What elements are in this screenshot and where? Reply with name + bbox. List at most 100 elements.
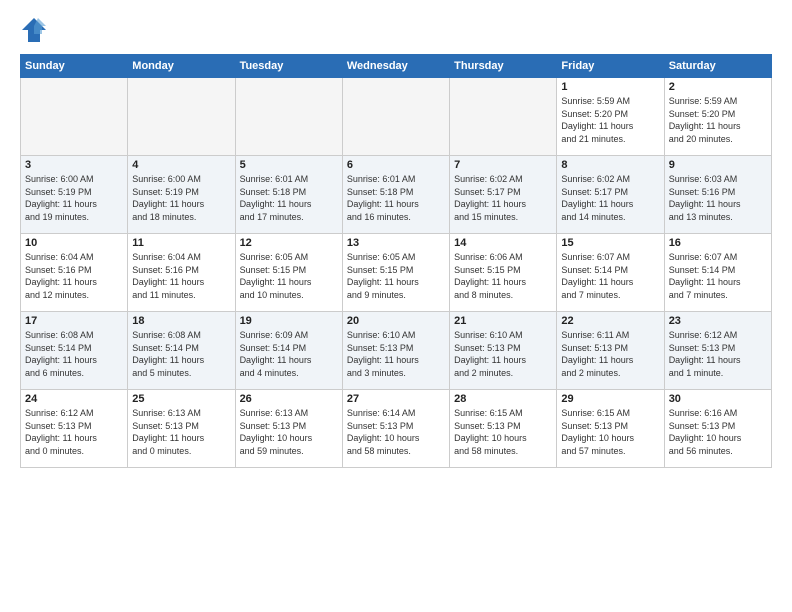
day-info: Sunrise: 6:04 AM Sunset: 5:16 PM Dayligh… [132,251,230,301]
calendar-cell [450,78,557,156]
day-info: Sunrise: 6:16 AM Sunset: 5:13 PM Dayligh… [669,407,767,457]
day-number: 13 [347,237,445,249]
calendar-cell: 25 Sunrise: 6:13 AM Sunset: 5:13 PM Dayli… [128,390,235,468]
day-number: 10 [25,237,123,249]
day-number: 1 [561,81,659,93]
day-info: Sunrise: 6:10 AM Sunset: 5:13 PM Dayligh… [454,329,552,379]
day-info: Sunrise: 6:11 AM Sunset: 5:13 PM Dayligh… [561,329,659,379]
calendar-cell: 26 Sunrise: 6:13 AM Sunset: 5:13 PM Dayli… [235,390,342,468]
day-info: Sunrise: 6:13 AM Sunset: 5:13 PM Dayligh… [132,407,230,457]
day-info: Sunrise: 6:05 AM Sunset: 5:15 PM Dayligh… [347,251,445,301]
day-number: 27 [347,393,445,405]
header [20,16,772,44]
day-info: Sunrise: 6:10 AM Sunset: 5:13 PM Dayligh… [347,329,445,379]
day-info: Sunrise: 6:13 AM Sunset: 5:13 PM Dayligh… [240,407,338,457]
day-number: 26 [240,393,338,405]
calendar-cell: 2Sunrise: 5:59 AM Sunset: 5:20 PM Daylig… [664,78,771,156]
day-info: Sunrise: 6:06 AM Sunset: 5:15 PM Dayligh… [454,251,552,301]
calendar-cell: 1 Sunrise: 5:59 AM Sunset: 5:20 PM Daylig… [557,78,664,156]
calendar-cell: 4 Sunrise: 6:00 AM Sunset: 5:19 PM Daylig… [128,156,235,234]
day-number: 21 [454,315,552,327]
calendar-cell: 30 Sunrise: 6:16 AM Sunset: 5:13 PM Dayli… [664,390,771,468]
weekday-header-sunday: Sunday [21,55,128,78]
day-number: 30 [669,393,767,405]
day-number: 17 [25,315,123,327]
calendar-cell: 7 Sunrise: 6:02 AM Sunset: 5:17 PM Daylig… [450,156,557,234]
day-number: 3 [25,159,123,171]
day-info: Sunrise: 5:59 AM Sunset: 5:20 PM Dayligh… [561,95,659,145]
calendar-week-4: 17 Sunrise: 6:08 AM Sunset: 5:14 PM Dayli… [21,312,772,390]
day-info: Sunrise: 6:15 AM Sunset: 5:13 PM Dayligh… [561,407,659,457]
calendar-cell [342,78,449,156]
calendar-cell: 9 Sunrise: 6:03 AM Sunset: 5:16 PM Daylig… [664,156,771,234]
day-info: Sunrise: 6:07 AM Sunset: 5:14 PM Dayligh… [669,251,767,301]
day-info: Sunrise: 6:00 AM Sunset: 5:19 PM Dayligh… [132,173,230,223]
day-number: 18 [132,315,230,327]
calendar-cell: 3Sunrise: 6:00 AM Sunset: 5:19 PM Daylig… [21,156,128,234]
day-number: 12 [240,237,338,249]
calendar-cell: 12 Sunrise: 6:05 AM Sunset: 5:15 PM Dayli… [235,234,342,312]
day-info: Sunrise: 6:02 AM Sunset: 5:17 PM Dayligh… [454,173,552,223]
day-number: 16 [669,237,767,249]
calendar-cell: 17 Sunrise: 6:08 AM Sunset: 5:14 PM Dayli… [21,312,128,390]
calendar-cell: 18 Sunrise: 6:08 AM Sunset: 5:14 PM Dayli… [128,312,235,390]
day-number: 6 [347,159,445,171]
day-number: 11 [132,237,230,249]
day-info: Sunrise: 6:04 AM Sunset: 5:16 PM Dayligh… [25,251,123,301]
day-number: 4 [132,159,230,171]
day-number: 25 [132,393,230,405]
calendar-cell: 27 Sunrise: 6:14 AM Sunset: 5:13 PM Dayli… [342,390,449,468]
day-number: 9 [669,159,767,171]
calendar-cell: 29 Sunrise: 6:15 AM Sunset: 5:13 PM Dayli… [557,390,664,468]
day-number: 5 [240,159,338,171]
day-number: 29 [561,393,659,405]
calendar-week-5: 24 Sunrise: 6:12 AM Sunset: 5:13 PM Dayli… [21,390,772,468]
logo [20,16,52,44]
day-info: Sunrise: 6:12 AM Sunset: 5:13 PM Dayligh… [25,407,123,457]
day-number: 7 [454,159,552,171]
calendar-cell: 11 Sunrise: 6:04 AM Sunset: 5:16 PM Dayli… [128,234,235,312]
weekday-header-row: SundayMondayTuesdayWednesdayThursdayFrid… [21,55,772,78]
weekday-header-wednesday: Wednesday [342,55,449,78]
calendar-cell: 13 Sunrise: 6:05 AM Sunset: 5:15 PM Dayli… [342,234,449,312]
calendar-cell: 8Sunrise: 6:02 AM Sunset: 5:17 PM Daylig… [557,156,664,234]
day-info: Sunrise: 6:09 AM Sunset: 5:14 PM Dayligh… [240,329,338,379]
day-info: Sunrise: 6:03 AM Sunset: 5:16 PM Dayligh… [669,173,767,223]
day-info: Sunrise: 6:07 AM Sunset: 5:14 PM Dayligh… [561,251,659,301]
calendar-cell: 5Sunrise: 6:01 AM Sunset: 5:18 PM Daylig… [235,156,342,234]
calendar-cell: 23 Sunrise: 6:12 AM Sunset: 5:13 PM Dayli… [664,312,771,390]
calendar-cell [128,78,235,156]
weekday-header-friday: Friday [557,55,664,78]
day-number: 28 [454,393,552,405]
day-number: 19 [240,315,338,327]
day-number: 14 [454,237,552,249]
calendar-cell: 10 Sunrise: 6:04 AM Sunset: 5:16 PM Dayli… [21,234,128,312]
day-info: Sunrise: 6:15 AM Sunset: 5:13 PM Dayligh… [454,407,552,457]
calendar-cell: 28 Sunrise: 6:15 AM Sunset: 5:13 PM Dayli… [450,390,557,468]
day-number: 8 [561,159,659,171]
calendar-cell: 6 Sunrise: 6:01 AM Sunset: 5:18 PM Daylig… [342,156,449,234]
day-info: Sunrise: 5:59 AM Sunset: 5:20 PM Dayligh… [669,95,767,145]
page: SundayMondayTuesdayWednesdayThursdayFrid… [0,0,792,612]
calendar-cell: 14 Sunrise: 6:06 AM Sunset: 5:15 PM Dayli… [450,234,557,312]
calendar-table: SundayMondayTuesdayWednesdayThursdayFrid… [20,54,772,468]
day-info: Sunrise: 6:08 AM Sunset: 5:14 PM Dayligh… [132,329,230,379]
day-info: Sunrise: 6:08 AM Sunset: 5:14 PM Dayligh… [25,329,123,379]
weekday-header-monday: Monday [128,55,235,78]
day-info: Sunrise: 6:05 AM Sunset: 5:15 PM Dayligh… [240,251,338,301]
calendar-cell: 24 Sunrise: 6:12 AM Sunset: 5:13 PM Dayli… [21,390,128,468]
day-info: Sunrise: 6:01 AM Sunset: 5:18 PM Dayligh… [347,173,445,223]
calendar-cell [21,78,128,156]
weekday-header-thursday: Thursday [450,55,557,78]
day-info: Sunrise: 6:12 AM Sunset: 5:13 PM Dayligh… [669,329,767,379]
calendar-week-3: 10 Sunrise: 6:04 AM Sunset: 5:16 PM Dayli… [21,234,772,312]
calendar-week-2: 3 Sunrise: 6:00 AM Sunset: 5:19 PM Daylig… [21,156,772,234]
day-number: 24 [25,393,123,405]
calendar-cell: 16 Sunrise: 6:07 AM Sunset: 5:14 PM Dayli… [664,234,771,312]
calendar-cell: 19 Sunrise: 6:09 AM Sunset: 5:14 PM Dayli… [235,312,342,390]
day-info: Sunrise: 6:14 AM Sunset: 5:13 PM Dayligh… [347,407,445,457]
calendar-cell [235,78,342,156]
logo-icon [20,16,48,44]
day-number: 23 [669,315,767,327]
day-number: 22 [561,315,659,327]
